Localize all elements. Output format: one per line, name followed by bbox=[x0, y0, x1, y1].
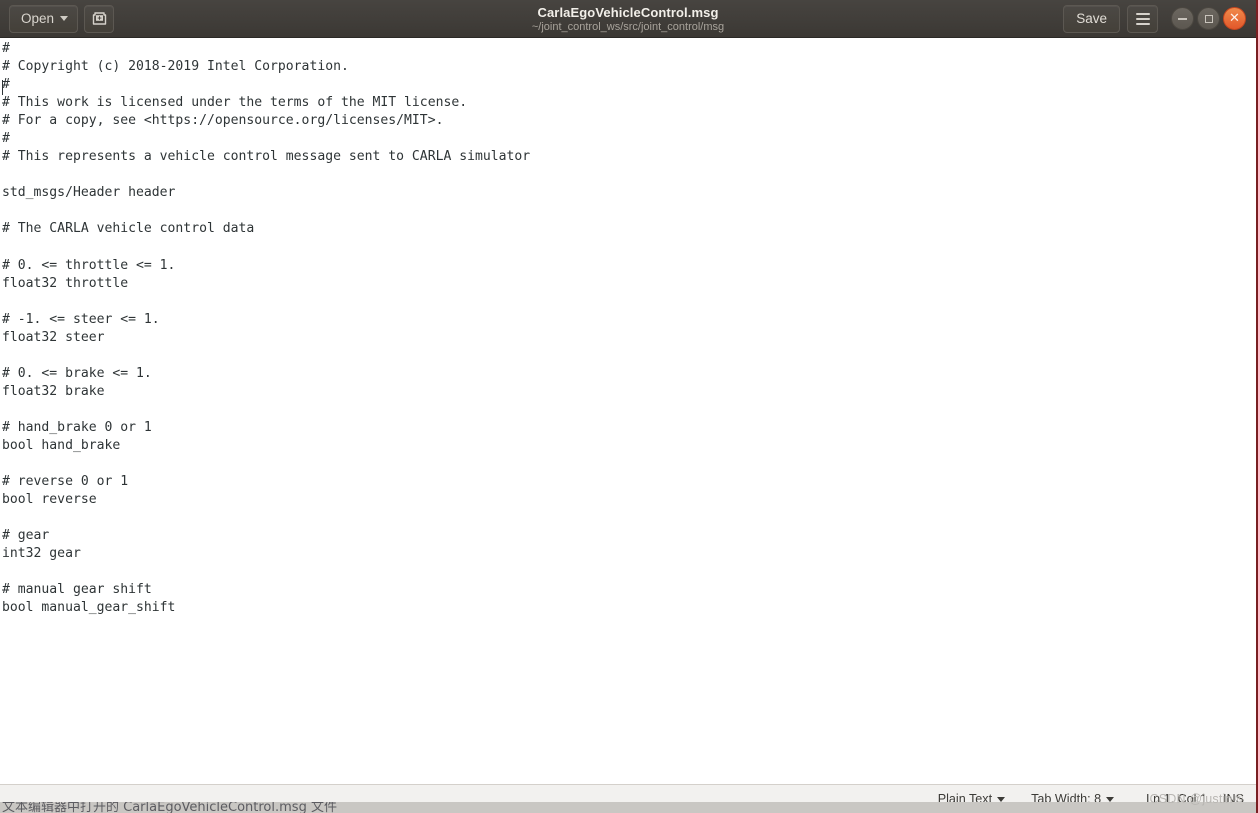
save-as-button[interactable] bbox=[84, 4, 115, 33]
gedit-window: Open CarlaEgoVehicleControl.msg ~/joint_… bbox=[0, 0, 1258, 813]
menu-button[interactable] bbox=[1127, 4, 1158, 33]
background-window-clipped-text: 文本编辑器中打开的 CarlaEgoVehicleControl.msg 文件 bbox=[2, 802, 337, 813]
window-subtitle-path: ~/joint_control_ws/src/joint_control/msg bbox=[531, 20, 725, 33]
save-button[interactable]: Save bbox=[1063, 4, 1120, 33]
chevron-down-icon bbox=[1106, 796, 1115, 802]
document-text[interactable]: # # Copyright (c) 2018-2019 Intel Corpor… bbox=[0, 38, 1256, 618]
maximize-icon bbox=[1204, 14, 1213, 23]
open-button-label: Open bbox=[21, 11, 55, 26]
close-icon: ✕ bbox=[1229, 10, 1240, 26]
text-editor-area[interactable]: # # Copyright (c) 2018-2019 Intel Corpor… bbox=[0, 38, 1256, 784]
save-as-icon bbox=[92, 12, 106, 25]
chevron-down-icon bbox=[997, 796, 1006, 802]
window-title: CarlaEgoVehicleControl.msg bbox=[537, 4, 719, 20]
background-window-clipped-title: 文本编辑器中打开的 CarlaEgoVehicleControl.msg 文件 bbox=[0, 802, 362, 813]
titlebar: Open CarlaEgoVehicleControl.msg ~/joint_… bbox=[0, 0, 1256, 38]
maximize-button[interactable] bbox=[1197, 7, 1220, 30]
minimize-icon bbox=[1178, 17, 1187, 20]
window-controls: ✕ bbox=[1171, 7, 1246, 30]
titlebar-left-controls: Open bbox=[4, 4, 115, 33]
hamburger-menu-icon bbox=[1135, 12, 1150, 25]
chevron-down-icon bbox=[60, 16, 69, 21]
open-button[interactable]: Open bbox=[9, 4, 79, 33]
save-button-label: Save bbox=[1076, 11, 1107, 26]
minimize-button[interactable] bbox=[1171, 7, 1194, 30]
text-cursor bbox=[2, 80, 3, 95]
titlebar-right-controls: Save ✕ bbox=[1063, 4, 1252, 33]
close-button[interactable]: ✕ bbox=[1223, 7, 1246, 30]
